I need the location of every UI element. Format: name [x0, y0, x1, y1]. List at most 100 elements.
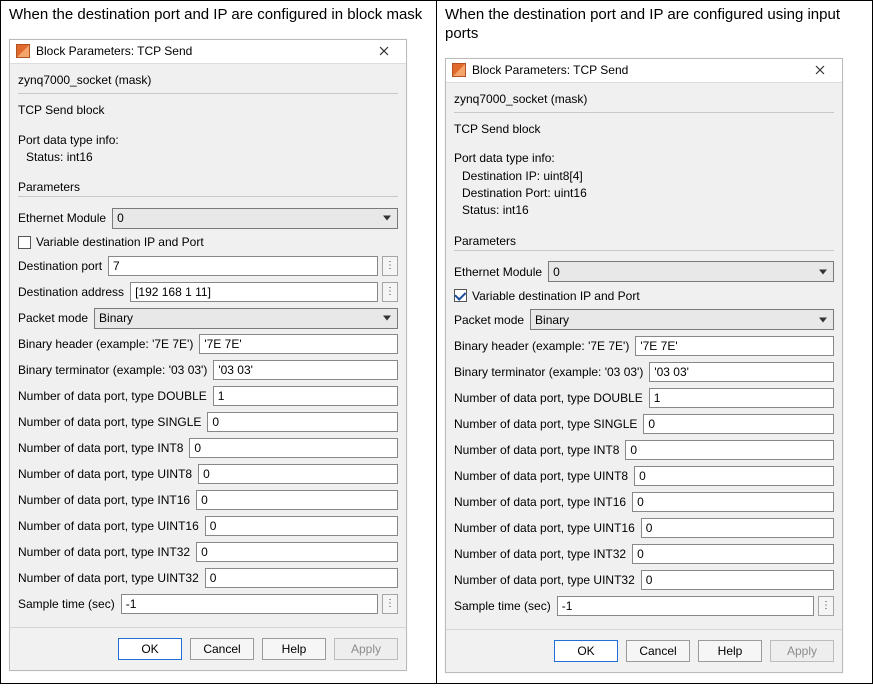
ok-button[interactable]: OK [118, 638, 182, 660]
variable-dest-label: Variable destination IP and Port [472, 289, 640, 303]
data-port-label: Number of data port, type INT32 [454, 547, 626, 561]
sample-time-input[interactable] [121, 594, 378, 614]
close-button[interactable] [368, 40, 400, 62]
data-port-input[interactable] [207, 412, 398, 432]
dialog-title: Block Parameters: TCP Send [472, 63, 804, 77]
dialog-body: zynq7000_socket (mask) TCP Send block Po… [446, 83, 842, 625]
sample-time-row: Sample time (sec) ⋮ [454, 595, 834, 617]
data-port-input[interactable] [634, 466, 834, 486]
data-port-row: Number of data port, type UINT8 [454, 465, 834, 487]
data-port-input[interactable] [643, 414, 834, 434]
variable-dest-checkbox[interactable] [18, 236, 31, 249]
ethernet-module-row: Ethernet Module 0 [454, 261, 834, 283]
binary-header-label: Binary header (example: '7E 7E') [18, 337, 193, 351]
dest-addr-row: Destination address ⋮ [18, 281, 398, 303]
dest-port-label: Destination port [18, 259, 102, 273]
chevron-down-icon [383, 316, 391, 321]
more-button[interactable]: ⋮ [382, 282, 398, 302]
block-desc: TCP Send block [18, 100, 398, 123]
binary-terminator-input[interactable] [649, 362, 834, 382]
data-port-input[interactable] [632, 544, 834, 564]
data-port-input[interactable] [196, 490, 398, 510]
data-port-input[interactable] [196, 542, 398, 562]
simulink-icon [452, 63, 466, 77]
data-port-row: Number of data port, type UINT16 [18, 515, 398, 537]
sample-time-label: Sample time (sec) [454, 599, 551, 613]
data-port-label: Number of data port, type DOUBLE [18, 389, 207, 403]
data-port-label: Number of data port, type UINT32 [18, 571, 199, 585]
packet-mode-value: Binary [99, 311, 133, 325]
packet-mode-select[interactable]: Binary [94, 308, 398, 329]
ok-button[interactable]: OK [554, 640, 618, 662]
data-port-label: Number of data port, type DOUBLE [454, 391, 643, 405]
data-port-label: Number of data port, type SINGLE [454, 417, 637, 431]
left-column: When the destination port and IP are con… [1, 1, 437, 683]
dest-port-row: Destination port ⋮ [18, 255, 398, 277]
data-port-input[interactable] [641, 570, 834, 590]
close-button[interactable] [804, 59, 836, 81]
binary-header-input[interactable] [635, 336, 834, 356]
packet-mode-row: Packet mode Binary [454, 309, 834, 331]
mask-line: zynq7000_socket (mask) [454, 89, 834, 112]
port-info-line: Destination Port: uint16 [454, 185, 834, 202]
port-info: Port data type info: Status: int16 [18, 130, 398, 171]
parameters-label: Parameters [18, 174, 398, 196]
close-icon [379, 46, 389, 56]
ethernet-module-select[interactable]: 0 [112, 208, 398, 229]
data-port-row: Number of data port, type UINT8 [18, 463, 398, 485]
cancel-button[interactable]: Cancel [190, 638, 254, 660]
data-port-input[interactable] [205, 516, 398, 536]
variable-dest-label: Variable destination IP and Port [36, 235, 204, 249]
variable-dest-checkbox[interactable] [454, 289, 467, 302]
data-port-label: Number of data port, type INT32 [18, 545, 190, 559]
binary-terminator-label: Binary terminator (example: '03 03') [454, 365, 643, 379]
data-port-input[interactable] [632, 492, 834, 512]
help-button[interactable]: Help [262, 638, 326, 660]
data-port-row: Number of data port, type UINT32 [454, 569, 834, 591]
more-button[interactable]: ⋮ [382, 256, 398, 276]
data-port-input[interactable] [189, 438, 398, 458]
parameters-panel: Ethernet Module 0 Variable destination I… [454, 250, 834, 625]
port-info-line: Status: int16 [18, 149, 398, 166]
more-button[interactable]: ⋮ [382, 594, 398, 614]
ethernet-module-label: Ethernet Module [18, 211, 106, 225]
dialog-button-row: OK Cancel Help Apply [446, 629, 842, 672]
cancel-button[interactable]: Cancel [626, 640, 690, 662]
apply-button[interactable]: Apply [770, 640, 834, 662]
more-button[interactable]: ⋮ [818, 596, 834, 616]
data-port-input[interactable] [649, 388, 834, 408]
apply-button[interactable]: Apply [334, 638, 398, 660]
sample-time-input[interactable] [557, 596, 814, 616]
binary-header-input[interactable] [199, 334, 398, 354]
dest-port-input[interactable] [108, 256, 378, 276]
data-port-row: Number of data port, type DOUBLE [18, 385, 398, 407]
binary-terminator-input[interactable] [213, 360, 398, 380]
data-port-label: Number of data port, type UINT8 [454, 469, 628, 483]
port-info-header: Port data type info: [454, 150, 834, 167]
data-port-input[interactable] [205, 568, 398, 588]
ethernet-module-label: Ethernet Module [454, 265, 542, 279]
right-caption: When the destination port and IP are con… [445, 4, 864, 52]
binary-header-row: Binary header (example: '7E 7E') [454, 335, 834, 357]
data-port-label: Number of data port, type UINT16 [18, 519, 199, 533]
packet-mode-select[interactable]: Binary [530, 309, 834, 330]
sample-time-row: Sample time (sec) ⋮ [18, 593, 398, 615]
data-port-row: Number of data port, type UINT16 [454, 517, 834, 539]
data-port-label: Number of data port, type INT16 [454, 495, 626, 509]
titlebar: Block Parameters: TCP Send [10, 40, 406, 64]
dest-addr-label: Destination address [18, 285, 124, 299]
block-desc: TCP Send block [454, 119, 834, 142]
left-caption: When the destination port and IP are con… [9, 4, 428, 33]
data-port-input[interactable] [198, 464, 398, 484]
variable-dest-row: Variable destination IP and Port [18, 235, 398, 249]
data-port-input[interactable] [641, 518, 834, 538]
ethernet-module-select[interactable]: 0 [548, 261, 834, 282]
data-port-input[interactable] [213, 386, 398, 406]
packet-mode-row: Packet mode Binary [18, 307, 398, 329]
data-port-label: Number of data port, type UINT8 [18, 467, 192, 481]
data-port-row: Number of data port, type INT8 [454, 439, 834, 461]
data-port-row: Number of data port, type INT32 [18, 541, 398, 563]
help-button[interactable]: Help [698, 640, 762, 662]
data-port-input[interactable] [625, 440, 834, 460]
dest-addr-input[interactable] [130, 282, 378, 302]
